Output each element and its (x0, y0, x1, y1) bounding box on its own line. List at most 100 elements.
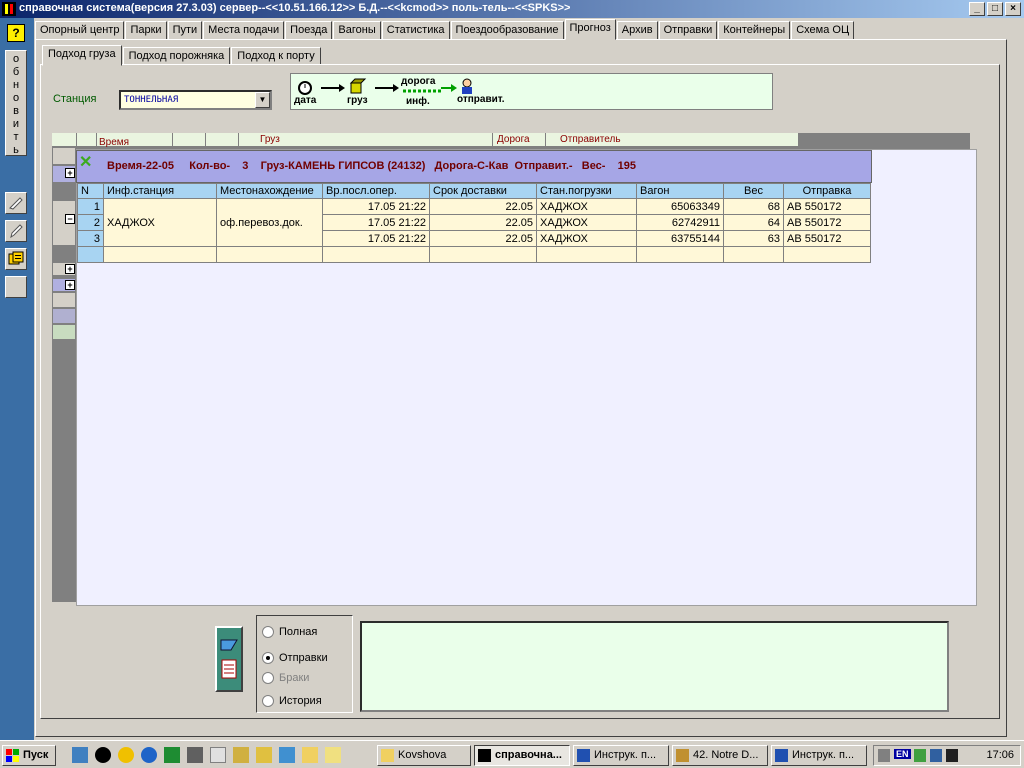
tab-11[interactable]: Контейнеры (718, 21, 791, 40)
tab-6[interactable]: Статистика (381, 21, 450, 40)
grid-header-cargo[interactable]: Груз (260, 134, 280, 145)
radio-button-icon[interactable] (262, 695, 274, 707)
tab-0[interactable]: Опорный центр (35, 21, 125, 40)
column-header[interactable]: Вр.посл.опер. (322, 183, 430, 199)
expand-icon[interactable]: + (65, 168, 75, 178)
messenger-icon[interactable] (118, 747, 134, 763)
grid-header-sender[interactable]: Отправитель (560, 134, 621, 145)
folder-icon (381, 749, 394, 762)
column-header[interactable]: Местонахождение (216, 183, 323, 199)
radio-label: История (279, 695, 322, 707)
cell-empty (636, 246, 724, 263)
radio-option-3[interactable]: История (262, 694, 322, 708)
chevron-down-icon[interactable]: ▼ (255, 92, 270, 108)
mail-icon[interactable] (325, 747, 341, 763)
cell-wagon: 63755144 (636, 230, 724, 247)
radio-option-2: Браки (262, 671, 309, 685)
sub-tab-0[interactable]: Подход груза (42, 45, 122, 66)
minimize-button[interactable]: _ (969, 2, 985, 16)
radio-label: Полная (279, 626, 318, 638)
column-header[interactable]: Инф.станция (103, 183, 217, 199)
tab-12[interactable]: Схема ОЦ (791, 21, 855, 40)
expand-icon[interactable]: + (65, 280, 75, 290)
table-row[interactable]: 1 ХАДЖОХ оф.перевоз.док. 17.05 21:22 22.05 ХА… (77, 198, 871, 247)
column-header[interactable]: Отправка (783, 183, 871, 199)
folder-icon[interactable] (302, 747, 318, 763)
grid-header-road[interactable]: Дорога (497, 134, 530, 145)
print-button[interactable] (215, 626, 243, 692)
blank-tool-button[interactable] (5, 276, 27, 298)
calendar-icon[interactable] (946, 749, 958, 762)
legend-date: дата (294, 95, 317, 106)
desktop-icon[interactable] (72, 747, 88, 763)
ie-icon[interactable] (141, 747, 157, 763)
pencil-icon[interactable] (256, 747, 272, 763)
grid-row-header[interactable] (52, 147, 76, 165)
tab-2[interactable]: Пути (167, 21, 203, 40)
close-detail-icon[interactable]: ✕ (79, 152, 92, 172)
cell-load_station: ХАДЖОХ (536, 198, 637, 215)
app-icon[interactable] (2, 2, 16, 16)
radio-label: Отправки (279, 652, 328, 664)
column-header[interactable]: Вес (723, 183, 784, 199)
column-header[interactable]: Стан.погрузки (536, 183, 637, 199)
volume-icon[interactable] (878, 749, 890, 762)
tab-5[interactable]: Вагоны (333, 21, 381, 40)
cell-location: оф.перевоз.док. (216, 198, 323, 247)
title-bar[interactable]: справочная система(версия 27.3.03) серве… (0, 0, 1024, 18)
tab-8[interactable]: Прогноз (564, 19, 616, 40)
calculator-icon[interactable] (187, 747, 203, 763)
tab-1[interactable]: Парки (125, 21, 167, 40)
explorer-icon[interactable] (233, 747, 249, 763)
network-icon[interactable] (279, 747, 295, 763)
radio-button-icon[interactable] (262, 652, 274, 664)
column-header[interactable]: Вагон (636, 183, 724, 199)
copy-tool-button[interactable] (5, 248, 27, 270)
language-indicator[interactable]: EN (894, 749, 911, 759)
pen-tool-button[interactable] (5, 220, 27, 242)
msn-icon[interactable] (95, 747, 111, 763)
tab-3[interactable]: Места подачи (203, 21, 285, 40)
start-label: Пуск (23, 749, 49, 761)
radio-button-icon[interactable] (262, 626, 274, 638)
radio-option-1[interactable]: Отправки (262, 651, 328, 665)
notes-box[interactable] (360, 621, 949, 712)
tab-9[interactable]: Архив (616, 21, 658, 40)
grid-row-header[interactable] (52, 324, 76, 340)
tab-4[interactable]: Поезда (285, 21, 333, 40)
tab-7[interactable]: Поездообразование (450, 21, 564, 40)
excel-icon[interactable] (164, 747, 180, 763)
grid-row-header[interactable] (52, 292, 76, 308)
radio-label: Браки (279, 672, 310, 684)
help-button[interactable]: ? (7, 24, 25, 42)
task-instruk-2[interactable]: Инструк. п... (771, 745, 867, 766)
refresh-letter: в (13, 105, 19, 117)
grid-row-header[interactable] (52, 308, 76, 324)
table-row-empty[interactable] (77, 246, 871, 263)
refresh-button[interactable]: обновить (5, 50, 27, 156)
task-instruk-1[interactable]: Инструк. п... (573, 745, 669, 766)
collapse-icon[interactable]: − (65, 214, 75, 224)
radio-button-icon (262, 672, 274, 684)
expand-icon[interactable]: + (65, 264, 75, 274)
task-kovshova[interactable]: Kovshova (377, 745, 471, 766)
cell-weight: 64 (723, 214, 784, 231)
radio-option-0[interactable]: Полная (262, 625, 317, 639)
close-button[interactable]: × (1005, 2, 1021, 16)
notepad-icon[interactable] (210, 747, 226, 763)
grid-header-time[interactable]: Время (99, 137, 129, 148)
start-button[interactable]: Пуск (2, 745, 56, 766)
clock[interactable]: 17:06 (986, 749, 1014, 761)
station-select[interactable]: ТОННЕЛЬНАЯ ▼ (119, 90, 272, 110)
tab-10[interactable]: Отправки (658, 21, 718, 40)
tray-app-icon[interactable] (930, 749, 942, 762)
task-notre-dame[interactable]: 42. Notre D... (672, 745, 768, 766)
column-header[interactable]: N (77, 183, 104, 199)
eraser-tool-button[interactable] (5, 192, 27, 214)
maximize-button[interactable]: □ (987, 2, 1003, 16)
legend-info: инф. (406, 96, 430, 107)
task-spravochna[interactable]: справочна... (474, 745, 570, 766)
cell-due: 22.05 (429, 198, 537, 215)
column-header[interactable]: Срок доставки (429, 183, 537, 199)
tray-app-icon[interactable] (914, 749, 926, 762)
